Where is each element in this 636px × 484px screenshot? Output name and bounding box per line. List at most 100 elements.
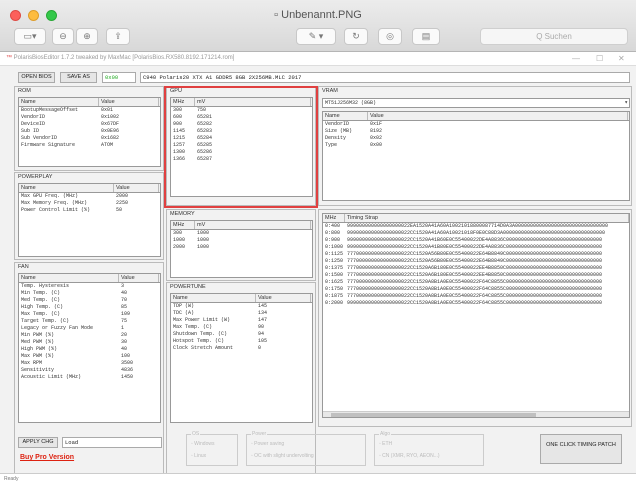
powerplay-table-row[interactable]: Power Control Limit (%) 50 (19, 207, 160, 214)
fan-table-row[interactable]: High PWM (%) 40 (19, 346, 160, 353)
rom-table-row[interactable]: DeviceID 0x67DF (19, 121, 160, 128)
vram-table-row[interactable]: Density 0x02 (323, 135, 629, 142)
timing-strap-row[interactable]: 0:1875 777000000000000000022CC1520A8B1A0E… (323, 293, 629, 300)
fan-table-row[interactable]: Sensitivity 4836 (19, 367, 160, 374)
timing-strap-row[interactable]: 0:1375 777000000000000000022CC1520A6B180E… (323, 265, 629, 272)
timing-strap-row[interactable]: 0:1125 777000000000000000022CC1520A56B80E… (323, 251, 629, 258)
device-name-field[interactable]: C940 Polaris20 XTX A1 GDDR5 8GB 2X256MB.… (140, 72, 630, 83)
print-button[interactable]: ▤ (412, 28, 440, 45)
cell-value: 999000000000000000022EA1520A41A60A100210… (347, 223, 609, 229)
cell-name: Legacy or Fuzzy Fan Mode (21, 325, 94, 331)
fan-table-row[interactable]: Min Temp. (C) 40 (19, 290, 160, 297)
cell-value: 1000 (197, 237, 210, 243)
timing-strap-row[interactable]: 0:1000 999000000000000000022CC1520A41B80E… (323, 244, 629, 251)
vram-table-row[interactable]: VendorID 0x1F (323, 121, 629, 128)
cell-name: 0:900 (325, 237, 341, 243)
cell-value: 30 (121, 339, 128, 345)
fan-table-row[interactable]: Max Temp. (C) 109 (19, 311, 160, 318)
vram-table: Name Value VendorID 0x1F Size (MB) 8192 Dens… (322, 111, 630, 201)
rom-table: Name Value BootupMessageOffset 0x01 Vendor… (18, 97, 161, 167)
save-as-button[interactable]: SAVE AS (60, 72, 97, 83)
timing-strap-row[interactable]: 0:1500 777000000000000000022CC1520A6B180E… (323, 272, 629, 279)
open-bios-button[interactable]: OPEN BIOS (18, 72, 55, 83)
memory-table-row[interactable]: 300 1000 (171, 230, 312, 237)
powertune-table-row[interactable]: Max Power Limit (W) 147 (171, 317, 312, 324)
powertune-table-row[interactable]: TDP (W) 145 (171, 303, 312, 310)
timing-strap-row[interactable]: 0:2000 999000000000000000022CC1520A8B1A0E… (323, 300, 629, 307)
memory-table-row[interactable]: 2000 1000 (171, 244, 312, 251)
rom-table-header: Name Value (19, 98, 160, 107)
timing-strap-row[interactable]: 0:1250 777000000000000000022CC1520A56B80E… (323, 258, 629, 265)
fan-table-row[interactable]: Max RPM 3500 (19, 360, 160, 367)
close-icon[interactable]: ✕ (618, 54, 625, 63)
checksum-field[interactable]: 0x00 (102, 72, 136, 83)
memory-panel: MEMORY MHz mV 300 1000 1000 1000 2000 1000 (166, 209, 316, 281)
one-click-timing-patch-button[interactable]: ONE CLICK TIMING PATCH (540, 434, 622, 464)
powertune-table-row[interactable]: Shutdown Temp. (C) 94 (171, 331, 312, 338)
cell-value: 0x1002 (101, 114, 120, 120)
apply-changes-button[interactable]: APPLY CHG (18, 437, 58, 448)
os-windows-radio[interactable]: ◦ Windows (191, 441, 214, 447)
fan-table: Name Value Temp. Hysteresis 3 Min Temp. (C… (18, 273, 161, 423)
fan-table-row[interactable]: Med Temp. (C) 70 (19, 297, 160, 304)
algo-cn-radio[interactable]: ◦ CN (XMR, RYO, AEON...) (379, 453, 440, 459)
timing-strap-row[interactable]: 0:900 999000000000000000022CC1520A41B60E0… (323, 237, 629, 244)
zoom-out-button[interactable]: ⊖ (52, 28, 74, 45)
markup-button[interactable]: ✎ ▾ (296, 28, 336, 45)
scrollbar-thumb[interactable] (331, 413, 536, 417)
timings-horizontal-scrollbar[interactable] (323, 411, 629, 417)
fan-table-row[interactable]: High Temp. (C) 85 (19, 304, 160, 311)
timing-strap-row[interactable]: 0:1750 777000000000000000022CC1520A8B1A0E… (323, 286, 629, 293)
cell-value: 777000000000000000022CC1520A56B80E0C5540… (347, 258, 603, 264)
powertune-table-row[interactable]: Hotspot Temp. (C) 105 (171, 338, 312, 345)
rom-table-row[interactable]: Sub VendorID 0x1682 (19, 135, 160, 142)
rotate-button[interactable]: ↻ (344, 28, 368, 45)
os-linux-radio[interactable]: ◦ Linux (191, 453, 206, 459)
cell-name: Acoustic Limit (MHz) (21, 374, 82, 380)
vram-table-row[interactable]: Size (MB) 8192 (323, 128, 629, 135)
share-button[interactable]: ⇪ (106, 28, 130, 45)
vram-table-row[interactable]: Type 0x00 (323, 142, 629, 149)
rom-table-row[interactable]: Firmware Signature ATOM (19, 142, 160, 149)
powertune-table-row[interactable]: Clock Stretch Amount 0 (171, 345, 312, 352)
fan-table-row[interactable]: Acoustic Limit (MHz) 1450 (19, 374, 160, 381)
memory-table-body: 300 1000 1000 1000 2000 1000 (171, 230, 312, 251)
cell-name: Sub VendorID (21, 135, 58, 141)
vram-model-select[interactable]: MT51J256M32 (8GB) ▾ (322, 98, 630, 108)
cell-value: 0x1F (370, 121, 383, 127)
powerplay-table-row[interactable]: Max Memory Freq. (MHz) 2250 (19, 200, 160, 207)
fan-table-row[interactable]: Med PWM (%) 30 (19, 339, 160, 346)
powertune-table-row[interactable]: TDC (A) 134 (171, 310, 312, 317)
cell-name: 0:1250 (325, 258, 344, 264)
rom-table-row[interactable]: Sub ID 0x0E96 (19, 128, 160, 135)
zoom-out-icon: ⊖ (59, 31, 67, 41)
rom-table-row[interactable]: VendorID 0x1002 (19, 114, 160, 121)
cell-value: 109 (121, 311, 131, 317)
annotate-button[interactable]: ◎ (378, 28, 402, 45)
oc-undervolting-radio[interactable]: ◦ OC with slight undervolting (251, 453, 314, 459)
cell-name: Clock Stretch Amount (173, 345, 234, 351)
sidebar-toggle-button[interactable]: ▭▾ (14, 28, 46, 45)
fan-table-row[interactable]: Max PWM (%) 100 (19, 353, 160, 360)
apply-changes-field[interactable]: Load (62, 437, 162, 448)
app-title: PolarisBiosEditor 1.7.2 tweaked by MaxMa… (13, 55, 131, 61)
powerplay-table-row[interactable]: Max GPU Freq. (MHz) 2000 (19, 193, 160, 200)
fan-table-row[interactable]: Legacy or Fuzzy Fan Mode 1 (19, 325, 160, 332)
rom-table-row[interactable]: BootupMessageOffset 0x01 (19, 107, 160, 114)
fan-table-row[interactable]: Target Temp. (C) 75 (19, 318, 160, 325)
powertune-table-row[interactable]: Max Temp. (C) 90 (171, 324, 312, 331)
timing-strap-row[interactable]: 0:1625 777000000000000000022CC1520A8B1A0E… (323, 279, 629, 286)
maximize-icon[interactable]: ☐ (596, 54, 603, 63)
minimize-icon[interactable]: — (572, 54, 580, 63)
timing-strap-row[interactable]: 0:400 999000000000000000022EA1520A41A60A1… (323, 223, 629, 230)
timing-strap-row[interactable]: 0:800 999000000000000000022CC1520A41A60A1… (323, 230, 629, 237)
powerplay-panel: POWERPLAY Name Value Max GPU Freq. (MHz)… (14, 172, 164, 260)
algo-eth-radio[interactable]: ◦ ETH (379, 441, 392, 447)
fan-table-row[interactable]: Temp. Hysteresis 3 (19, 283, 160, 290)
buy-pro-link[interactable]: Buy Pro Version (20, 454, 74, 461)
memory-table-row[interactable]: 1000 1000 (171, 237, 312, 244)
zoom-in-button[interactable]: ⊕ (76, 28, 98, 45)
power-saving-radio[interactable]: ◦ Power saving (251, 441, 284, 447)
search-input[interactable]: Q Suchen (480, 28, 628, 45)
fan-table-row[interactable]: Min PWM (%) 20 (19, 332, 160, 339)
